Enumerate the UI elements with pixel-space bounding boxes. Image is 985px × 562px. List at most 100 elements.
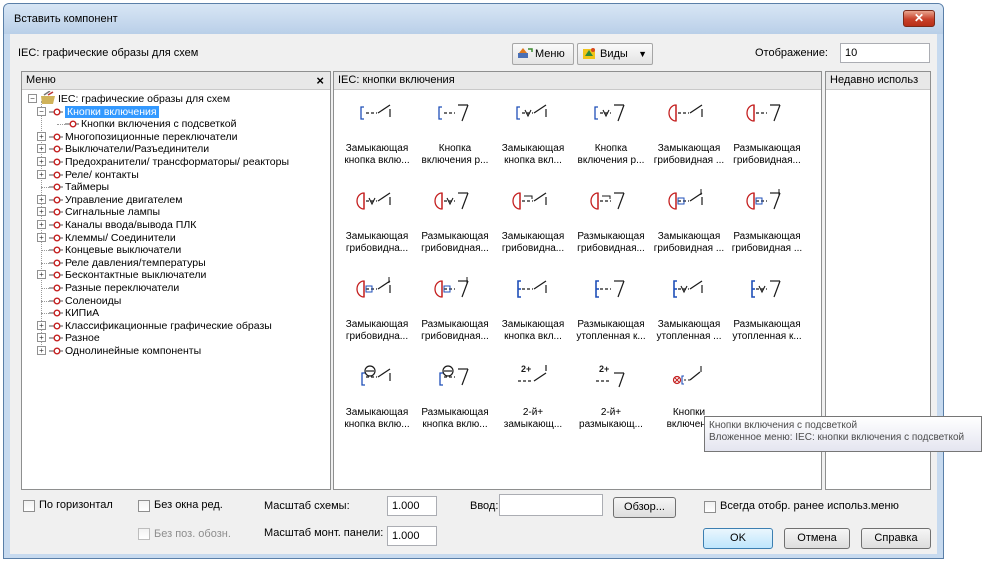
always-show-checkbox[interactable] — [704, 501, 716, 513]
symbol-item[interactable]: Замыкающая кнопка вклю... — [338, 359, 414, 449]
horizontal-checkbox[interactable] — [23, 500, 35, 512]
expand-icon[interactable]: + — [37, 169, 46, 179]
symbol-item[interactable]: Размыкающая кнопка вклю... — [416, 359, 492, 449]
browse-button[interactable]: Обзор... — [613, 497, 676, 518]
tree-item[interactable]: Разные переключатели — [22, 282, 327, 294]
symbol-label: Замыкающая кнопка вклю... — [338, 143, 416, 167]
tree-item-label: Предохранители/ трансформаторы/ реакторы — [65, 156, 290, 168]
tree-item[interactable]: + Управление двигателем — [22, 194, 327, 206]
tree-item-label: Кнопки включения — [65, 105, 159, 118]
close-button[interactable]: ✕ — [903, 10, 935, 27]
symbol-item[interactable]: Размыкающая грибовидная ... — [728, 183, 804, 273]
symbol-label: Замыкающая грибовидна... — [338, 319, 416, 343]
menu-icon — [517, 46, 533, 58]
no-edit-checkbox[interactable] — [138, 500, 150, 512]
symbol-label-line: утопленная ... — [656, 331, 722, 342]
tree-item[interactable]: + Классификационные графические образы — [22, 320, 327, 332]
symbol-item[interactable]: Замыкающая грибовидна... — [338, 271, 414, 361]
symbol-item[interactable]: Размыкающая грибовидная... — [728, 95, 804, 185]
always-show-label: Всегда отобр. ранее использ.меню — [720, 500, 899, 512]
symbol-label: Размыкающая грибовидная... — [572, 231, 650, 255]
symbol-label: Размыкающая грибовидная ... — [728, 231, 806, 255]
menu-button[interactable]: Меню — [512, 43, 574, 65]
expand-icon[interactable]: + — [37, 270, 46, 280]
expand-icon[interactable]: + — [37, 207, 46, 217]
tree-item[interactable]: Кнопки включения с подсветкой — [22, 118, 327, 130]
tree-item[interactable]: Соленоиды — [22, 295, 327, 307]
expand-icon[interactable]: + — [37, 131, 46, 141]
tree-item[interactable]: + Бесконтактные выключатели — [22, 269, 327, 281]
collapse-icon[interactable]: − — [28, 94, 37, 103]
display-count-input[interactable]: 10 — [840, 43, 930, 63]
tree-item-label: Многопозиционные переключатели — [65, 130, 238, 143]
block-name-input[interactable] — [499, 494, 603, 516]
symbol-item[interactable]: 2+ 2-й+ замыкающ... — [494, 359, 570, 449]
symbol-label-line: кнопка вклю... — [344, 419, 410, 430]
views-button[interactable]: Виды ▼ — [577, 43, 653, 65]
symbol-item[interactable]: Размыкающая утопленная к... — [572, 271, 648, 361]
tree-item-label: Разные переключатели — [65, 282, 180, 294]
help-button[interactable]: Справка — [861, 528, 931, 549]
symbol-item[interactable]: Замыкающая грибовидна... — [494, 183, 570, 273]
expand-icon[interactable]: + — [37, 232, 46, 242]
symbol-item[interactable]: Замыкающая кнопка вкл... — [494, 95, 570, 185]
tree-item[interactable]: − Кнопки включения — [22, 105, 327, 118]
symbol-item[interactable]: 2+ 2-й+ размыкающ... — [572, 359, 648, 449]
symbol-label-line: замыкающ... — [503, 419, 563, 430]
tree-item[interactable]: Концевые выключатели — [22, 244, 327, 256]
symbol-label-line: грибовидна... — [345, 243, 409, 254]
symbol-item[interactable]: Размыкающая грибовидная... — [416, 183, 492, 273]
component-icon — [49, 133, 63, 141]
tree-item[interactable]: Реле давления/температуры — [22, 257, 327, 269]
expand-icon[interactable]: + — [37, 194, 46, 204]
tree-item-label: Кнопки включения с подсветкой — [81, 118, 237, 131]
expand-icon[interactable]: + — [37, 346, 46, 355]
symbol-item[interactable]: Кнопка включения р... — [416, 95, 492, 185]
menu-tree: − IEC: графические образы для схем − Кнопки… — [22, 90, 330, 489]
expand-icon[interactable]: + — [37, 144, 46, 154]
symbol-item[interactable]: Размыкающая грибовидная... — [572, 183, 648, 273]
expand-icon[interactable]: + — [37, 220, 46, 229]
tree-item[interactable]: + Многопозиционные переключатели — [22, 131, 327, 143]
expand-icon[interactable]: + — [37, 333, 46, 343]
views-button-label: Виды — [600, 48, 628, 60]
tree-item[interactable]: + Однолинейные компоненты — [22, 345, 327, 357]
tree-item[interactable]: + Выключатели/Разъединители — [22, 143, 327, 155]
panel-scale-input[interactable]: 1.000 — [387, 526, 437, 546]
symbol-item[interactable]: Замыкающая кнопка вклю... — [338, 95, 414, 185]
scheme-scale-input[interactable]: 1.000 — [387, 496, 437, 516]
horizontal-label: По горизонтал — [39, 499, 113, 511]
tree-item[interactable]: + Предохранители/ трансформаторы/ реактор… — [22, 156, 327, 168]
symbol-item[interactable]: Размыкающая утопленная к... — [728, 271, 804, 361]
symbol-item[interactable]: Замыкающая кнопка вкл... — [494, 271, 570, 361]
tree-item[interactable]: + Разное — [22, 332, 327, 344]
symbol-label-line: 2-й+ — [522, 407, 544, 418]
symbol-label: Замыкающая кнопка вклю... — [338, 407, 416, 431]
tree-root[interactable]: − IEC: графические образы для схем — [22, 90, 327, 105]
tree-item[interactable]: КИПиА — [22, 307, 327, 319]
tree-item[interactable]: + Каналы ввода/вывода ПЛК — [22, 219, 327, 231]
component-icon — [49, 246, 63, 254]
ok-button[interactable]: OK — [703, 528, 773, 549]
close-icon[interactable]: × — [316, 72, 324, 89]
symbol-item[interactable]: Замыкающая грибовидная ... — [650, 183, 726, 273]
tree-item[interactable]: + Реле/ контакты — [22, 169, 327, 181]
component-icon — [49, 183, 63, 191]
tree-item[interactable]: + Клеммы/ Соединители — [22, 232, 327, 244]
symbol-item[interactable]: Кнопка включения р... — [572, 95, 648, 185]
component-icon — [49, 297, 63, 305]
expand-icon[interactable]: + — [37, 320, 46, 330]
symbol-label-line: грибовидная ... — [653, 155, 725, 166]
cancel-button[interactable]: Отмена — [784, 528, 850, 549]
tree-item[interactable]: + Сигнальные лампы — [22, 206, 327, 218]
tree-item[interactable]: Таймеры — [22, 181, 327, 193]
tree-connector — [41, 313, 49, 315]
display-label: Отображение: — [755, 47, 828, 59]
symbol-item[interactable]: Размыкающая грибовидная... — [416, 271, 492, 361]
expand-icon[interactable]: + — [37, 157, 46, 166]
symbol-item[interactable]: Замыкающая грибовидная ... — [650, 95, 726, 185]
symbol-label-line: грибовидна... — [501, 243, 565, 254]
collapse-icon[interactable]: − — [37, 106, 46, 116]
symbol-item[interactable]: Замыкающая утопленная ... — [650, 271, 726, 361]
symbol-item[interactable]: Замыкающая грибовидна... — [338, 183, 414, 273]
